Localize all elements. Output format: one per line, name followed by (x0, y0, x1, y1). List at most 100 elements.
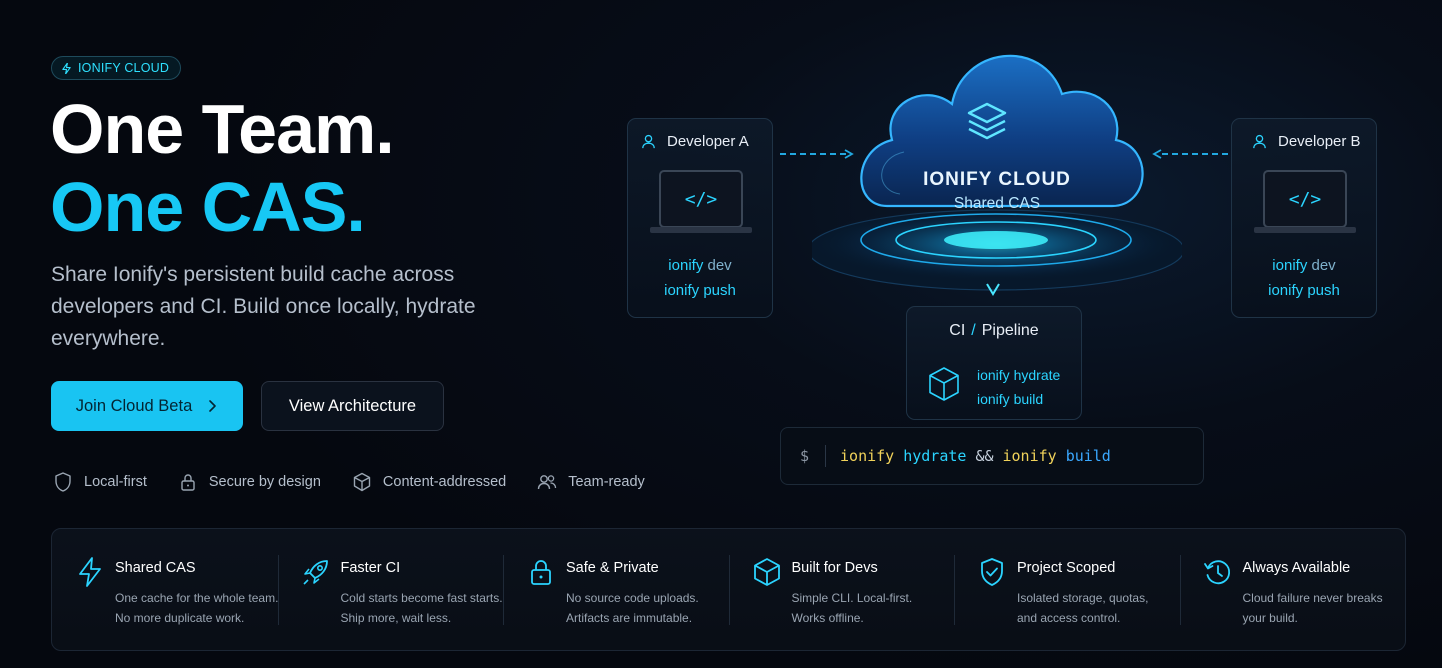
terminal-prompt: $ (800, 447, 810, 465)
developer-a-commands: ionify dev ionify push (628, 253, 772, 303)
feature-content-addressed: Content-addressed (351, 471, 506, 493)
user-icon (1253, 134, 1266, 149)
benefit-title: Safe & Private (566, 560, 659, 576)
package-icon (929, 367, 959, 401)
headline-line-1: One Team. (50, 90, 395, 168)
ci-title-left: CI (949, 322, 966, 339)
laptop-code-icon: </> (650, 170, 752, 233)
benefit-project-scoped: Project Scoped Isolated storage, quotas,… (954, 529, 1180, 650)
benefit-title: Project Scoped (1017, 560, 1116, 576)
cloud-title: IONIFY CLOUD (923, 169, 1071, 190)
benefit-desc-line: Isolated storage, quotas, (1017, 591, 1149, 605)
cmd-arg: build (1013, 391, 1044, 407)
benefit-title: Faster CI (340, 560, 401, 576)
users-icon (538, 475, 557, 490)
benefit-desc-line: One cache for the whole team. (115, 591, 279, 605)
chevron-right-icon (209, 400, 217, 412)
developer-a-card: Developer A </> ionify dev ionify push (627, 118, 773, 318)
developer-b-title: Developer B (1251, 133, 1361, 150)
terminal-token: ionify (1002, 447, 1057, 465)
developer-a-title: Developer A (640, 133, 749, 150)
feature-local-first: Local-first (52, 471, 147, 493)
cmd-arg: push (703, 282, 736, 299)
benefit-title: Always Available (1242, 560, 1351, 576)
ci-title-sep: / (971, 322, 976, 339)
clock-icon (1203, 560, 1230, 585)
feature-label: Content-addressed (382, 474, 507, 490)
svg-text:</>: </> (685, 189, 718, 210)
terminal-token: && (975, 447, 994, 465)
benefits-strip: Shared CAS One cache for the whole team.… (51, 528, 1406, 651)
terminal-divider (825, 445, 827, 467)
benefit-desc-line: Works offline. (791, 611, 864, 625)
cmd-verb: ionify (664, 282, 700, 299)
benefit-desc-line: Cold starts become fast starts. (340, 591, 503, 605)
terminal-token: hydrate (903, 447, 967, 465)
cube-icon (753, 558, 780, 586)
benefit-title: Shared CAS (115, 560, 196, 576)
benefit-desc-line: your build. (1242, 611, 1298, 625)
feature-label: Team-ready (568, 474, 645, 490)
benefit-desc-line: and access control. (1017, 611, 1121, 625)
cmd-verb: ionify (977, 367, 1010, 383)
benefit-desc: One cache for the whole team. No more dup… (115, 588, 285, 628)
benefit-desc: Simple CLI. Local-first. Works offline. (792, 588, 962, 628)
benefit-desc-line: Simple CLI. Local-first. (791, 591, 913, 605)
ionify-cloud-node: IONIFY CLOUD Shared CAS (807, 18, 1185, 318)
benefit-shared-cas: Shared CAS One cache for the whole team.… (52, 529, 278, 650)
cmd-arg: dev (1311, 257, 1336, 274)
feature-label: Local-first (84, 474, 147, 490)
cmd-verb: ionify (668, 257, 704, 274)
benefit-desc-line: Cloud failure never breaks (1242, 591, 1383, 605)
terminal-command: $ ionify hydrate && ionify build (780, 427, 1204, 485)
developer-b-commands: ionify dev ionify push (1232, 253, 1376, 303)
cloud-icon (807, 54, 1185, 296)
benefit-always-available: Always Available Cloud failure never bre… (1179, 529, 1406, 650)
ci-pipeline-card: CI / Pipeline ionify hydrate ionify build (906, 306, 1082, 420)
lock-icon (531, 560, 551, 585)
feature-team-ready: Team-ready (536, 471, 645, 493)
view-architecture-button[interactable]: View Architecture (261, 381, 444, 431)
ci-commands: ionify hydrate ionify build (977, 363, 1060, 411)
layers-icon (967, 102, 1007, 140)
terminal-token: build (1065, 447, 1111, 465)
cube-icon (353, 472, 371, 492)
rocket-icon (302, 560, 328, 585)
headline-line-2: One CAS. (50, 168, 366, 246)
benefit-built-for-devs: Built for Devs Simple CLI. Local-first. W… (728, 529, 955, 650)
benefit-desc: Cold starts become fast starts. Ship more… (341, 588, 511, 628)
hero-subtitle: Share Ionify's persistent build cache ac… (51, 263, 476, 350)
feature-secure: Secure by design (177, 471, 321, 493)
benefit-desc-line: Artifacts are immutable. (566, 611, 693, 625)
developer-b-name: Developer B (1278, 133, 1361, 150)
svg-text:</>: </> (1289, 189, 1322, 210)
product-badge: IONIFY CLOUD (51, 56, 182, 80)
cloud-subtitle: Shared CAS (953, 195, 1041, 212)
cmd-verb: ionify (977, 391, 1010, 407)
hero-page: IONIFY CLOUD One Team. One CAS. Share Io… (0, 0, 1442, 668)
lightning-icon (79, 557, 101, 587)
headline: One Team. One CAS. (50, 90, 395, 246)
shield-icon (55, 472, 71, 492)
developer-a-name: Developer A (667, 133, 749, 150)
cmd-arg: dev (707, 257, 732, 274)
terminal-token: ionify (840, 447, 895, 465)
join-cloud-beta-button[interactable]: Join Cloud Beta (51, 381, 243, 431)
ci-title: CI / Pipeline (907, 322, 1081, 340)
benefit-faster-ci: Faster CI Cold starts become fast starts… (277, 529, 504, 650)
view-architecture-label: View Architecture (288, 396, 417, 415)
lock-icon (181, 474, 195, 491)
laptop-code-icon: </> (1254, 170, 1356, 233)
benefit-desc-line: No more duplicate work. (115, 611, 245, 625)
feature-highlights: Local-first Secure by design Content-add… (52, 471, 675, 493)
benefit-safe-private: Safe & Private No source code uploads. Ar… (503, 529, 729, 650)
feature-label: Secure by design (208, 474, 321, 490)
benefit-desc: Cloud failure never breaks your build. (1243, 588, 1413, 628)
join-cloud-beta-label: Join Cloud Beta (75, 396, 193, 415)
user-icon (642, 134, 655, 149)
cmd-arg: hydrate (1013, 367, 1061, 383)
shield-check-icon (981, 558, 1003, 586)
benefit-desc: Isolated storage, quotas, and access cont… (1017, 588, 1187, 628)
cmd-verb: ionify (1272, 257, 1308, 274)
benefit-desc: No source code uploads. Artifacts are imm… (566, 588, 736, 628)
